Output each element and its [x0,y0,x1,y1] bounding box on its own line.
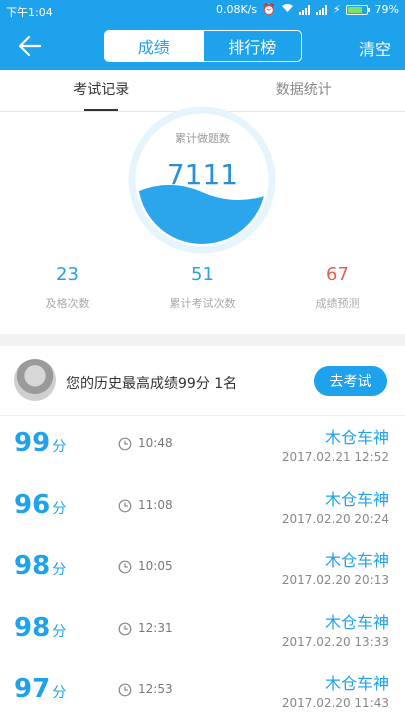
gauge-label: 累计做题数 [175,132,230,145]
record-duration: 10:48 [138,436,173,450]
score-value: 98 [14,551,51,581]
section-divider [0,334,405,346]
stat-pass-count: 23 及格次数 [0,262,135,322]
stat-label: 及格次数 [45,297,90,310]
score-unit: 分 [52,439,67,455]
record-user-name: 木仓车神 [324,551,389,570]
clock-icon [118,436,132,451]
record-score: 98 分 [14,613,66,643]
best-score-row: 您的历史最高成绩99分 1名 去考试 [0,346,405,416]
status-bar: 下午1:04 0.08K/s ⏰ ⚡ 79% [0,0,405,22]
record-duration: 10:05 [138,559,173,573]
record-row[interactable]: 98 分 12:31 木仓车神 2017.02.20 13:33 [0,603,405,665]
segment-ranking[interactable]: 排行榜 [202,31,302,61]
score-value: 98 [14,612,51,643]
nav-bar: 成绩 排行榜 清空 [0,22,405,70]
status-right: 0.08K/s ⏰ ⚡ 79% [216,3,399,16]
record-duration: 12:53 [138,682,173,696]
record-date: 2017.02.21 12:52 [281,450,389,464]
battery-icon [345,4,370,15]
clock-icon [118,621,132,635]
score-unit: 分 [52,685,67,701]
record-user-name: 木仓车神 [324,674,389,693]
record-score: 98 分 [14,551,66,581]
record-score: 99 分 [14,428,66,458]
stat-label: 成绩预测 [315,297,360,310]
clock-icon [118,498,132,512]
record-row[interactable]: 99 分 10:48 木仓车神 2017.02.21 12:52 [0,418,405,480]
score-value: 96 [14,489,51,520]
record-user-name: 木仓车神 [324,489,389,509]
record-date: 2017.02.20 11:43 [281,696,389,710]
network-speed: 0.08K/s [215,3,258,16]
stat-value: 51 [191,264,214,285]
battery-percent: 79% [374,3,399,16]
record-date: 2017.02.20 20:13 [281,573,389,587]
status-time: 下午1:04 [6,6,53,19]
record-user-name: 木仓车神 [324,428,389,447]
wifi-icon [281,3,294,16]
take-exam-button[interactable]: 去考试 [314,366,387,396]
clock-icon [118,682,132,697]
tab-exam-records[interactable]: 考试记录 [0,70,203,111]
score-value: 99 [14,428,51,458]
tab-data-stats[interactable]: 数据统计 [203,70,405,111]
stats-row: 23 及格次数 51 累计考试次数 67 成绩预测 [0,262,405,322]
segment-scores[interactable]: 成绩 [105,31,203,61]
back-arrow-icon[interactable] [14,30,46,62]
app-header: 下午1:04 0.08K/s ⏰ ⚡ 79% 成绩 排行榜 清空 [0,0,405,70]
stat-value: 67 [326,264,349,285]
best-score-text: 您的历史最高成绩99分 1名 [66,376,238,392]
score-unit: 分 [52,562,67,578]
alarm-icon: ⏰ [262,3,276,16]
stat-label: 累计考试次数 [169,297,236,310]
record-score: 96 分 [14,490,66,520]
record-duration: 11:08 [138,497,173,512]
record-date: 2017.02.20 20:24 [281,511,389,526]
record-score: 97 分 [14,674,66,704]
avatar [14,359,56,401]
segment-control: 成绩 排行榜 [104,30,302,62]
stat-value: 23 [56,264,79,285]
clock-icon [118,559,132,574]
score-value: 97 [14,674,51,704]
record-row[interactable]: 98 分 10:05 木仓车神 2017.02.20 20:13 [0,541,405,603]
signal-icon-2 [315,4,328,15]
gauge-value: 7111 [166,158,239,191]
charging-icon: ⚡ [332,3,341,16]
stat-exam-count: 51 累计考试次数 [135,262,270,322]
record-user-name: 木仓车神 [324,612,389,632]
record-date: 2017.02.20 13:33 [281,634,389,649]
stat-score-prediction: 67 成绩预测 [270,262,405,322]
record-row[interactable]: 97 分 12:53 木仓车神 2017.02.20 11:43 [0,664,405,720]
signal-icon [298,4,311,15]
score-unit: 分 [52,623,67,640]
record-row[interactable]: 96 分 11:08 木仓车神 2017.02.20 20:24 [0,480,405,542]
score-unit: 分 [52,500,67,517]
clear-button[interactable]: 清空 [359,36,391,60]
record-duration: 12:31 [138,620,173,635]
